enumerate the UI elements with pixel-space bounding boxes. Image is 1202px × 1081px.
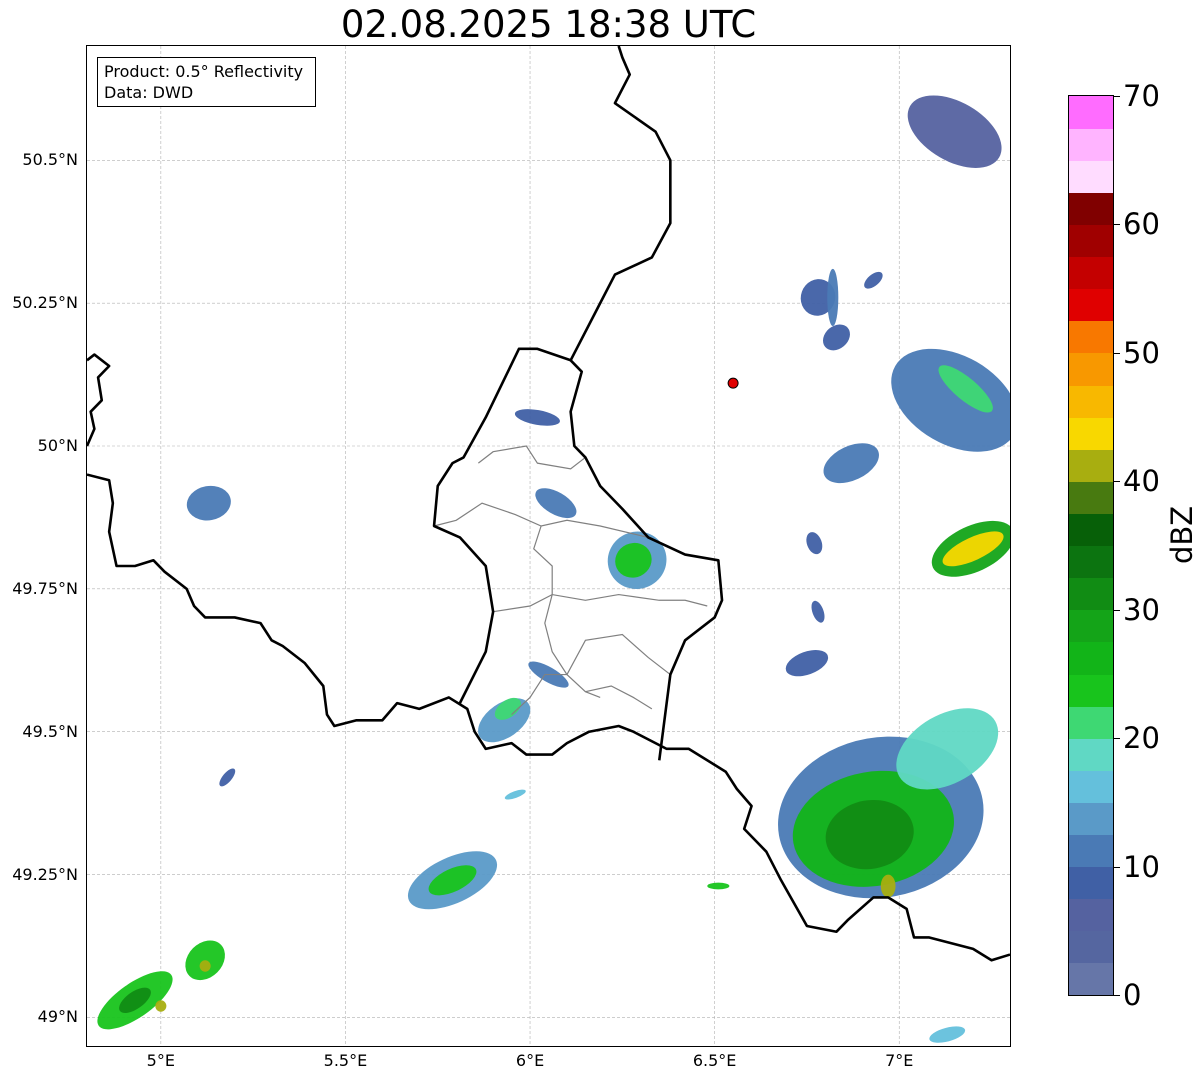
radar-echo — [880, 874, 896, 898]
colorbar-segment — [1069, 866, 1113, 900]
longitude-label: 5°E — [146, 1051, 175, 1070]
colorbar-segment — [1069, 417, 1113, 450]
colorbar-tick-label: 30 — [1123, 592, 1160, 627]
colorbar-segment — [1069, 962, 1113, 995]
colorbar-segment — [1069, 449, 1113, 482]
colorbar-segment — [1069, 128, 1113, 161]
national-border — [87, 353, 111, 447]
product-info-box: Product: 0.5° Reflectivity Data: DWD — [97, 57, 316, 107]
radar-map-canvas — [87, 46, 1010, 1046]
colorbar-tick-label: 50 — [1123, 335, 1160, 370]
national-border — [432, 347, 724, 761]
radar-echo — [823, 443, 879, 484]
latitude-label: 49°N — [37, 1007, 78, 1027]
colorbar-segment — [1069, 288, 1113, 322]
colorbar-segment — [1069, 481, 1113, 514]
radar-echo — [185, 940, 225, 981]
national-border — [569, 46, 672, 361]
radar-site-layer — [727, 377, 739, 389]
radar-echo — [907, 95, 1002, 168]
longitude-label: 6°E — [515, 1051, 545, 1070]
radar-echo — [504, 789, 526, 800]
colorbar-segment — [1069, 770, 1113, 803]
colorbar-tick-label: 0 — [1123, 978, 1142, 1012]
radar-echo — [535, 488, 577, 519]
radar-echo — [785, 649, 829, 677]
colorbar-tick-label: 60 — [1123, 207, 1160, 242]
longitude-label: 6.5°E — [692, 1051, 737, 1070]
colorbar-unit-label: dBZ — [1165, 505, 1199, 564]
radar-site-marker — [727, 377, 739, 389]
district-boundary — [493, 593, 708, 613]
colorbar-segment — [1069, 577, 1113, 611]
latitude-label: 50°N — [37, 436, 78, 455]
radar-echo — [199, 960, 211, 972]
colorbar-segment — [1069, 96, 1113, 129]
radar-echo — [864, 271, 883, 289]
radar-echo — [219, 768, 236, 787]
colorbar-tick — [1114, 738, 1120, 740]
colorbar-tick-label: 40 — [1123, 464, 1160, 499]
district-boundary — [477, 445, 586, 470]
colorbar-tick — [1114, 352, 1120, 354]
colorbar-tick — [1114, 609, 1120, 611]
longitude-label: 7°E — [885, 1051, 914, 1070]
district-boundary — [566, 633, 671, 676]
radar-echo — [514, 409, 560, 426]
colorbar-tick — [1114, 96, 1120, 97]
colorbar-segment — [1069, 160, 1113, 193]
radar-echo — [929, 1026, 966, 1043]
radar-map[interactable] — [86, 45, 1011, 1047]
radar-echo — [811, 600, 825, 623]
radar-echo — [186, 485, 231, 521]
data-source-label: Data: DWD — [104, 83, 194, 102]
radar-echo — [707, 882, 730, 890]
latitude-label: 50.5°N — [22, 150, 78, 170]
map-title: 02.08.2025 18:38 UTC — [340, 3, 757, 46]
product-label: Product: 0.5° Reflectivity — [104, 62, 304, 81]
district-boundary — [585, 685, 653, 710]
colorbar-segment — [1069, 320, 1113, 354]
colorbar — [1068, 95, 1114, 996]
colorbar-segment — [1069, 256, 1113, 290]
colorbar-tick — [1114, 224, 1120, 226]
colorbar-segment — [1069, 930, 1113, 964]
district-boundary — [433, 502, 649, 539]
radar-echo — [827, 268, 839, 326]
latitude-label: 49.75°N — [12, 578, 78, 598]
latitude-label: 49.25°N — [12, 864, 78, 884]
colorbar-tick-label: 10 — [1123, 849, 1160, 884]
colorbar-segment — [1069, 513, 1113, 547]
colorbar-segment — [1069, 384, 1113, 418]
colorbar-tick — [1114, 995, 1120, 996]
latitude-label: 49.5°N — [22, 721, 78, 741]
colorbar-segment — [1069, 802, 1113, 836]
colorbar-tick-label: 70 — [1123, 79, 1160, 113]
colorbar-segment — [1069, 673, 1113, 707]
radar-echo — [806, 532, 823, 555]
colorbar-segment — [1069, 706, 1113, 739]
colorbar-segment — [1069, 738, 1113, 771]
colorbar-segment — [1069, 609, 1113, 643]
colorbar-segment — [1069, 224, 1113, 258]
colorbar-segment — [1069, 898, 1113, 932]
radar-echo — [155, 1000, 167, 1012]
colorbar-segment — [1069, 192, 1113, 226]
colorbar-tick — [1114, 481, 1120, 483]
colorbar-segment — [1069, 641, 1113, 675]
colorbar-segment — [1069, 352, 1113, 386]
colorbar-segment — [1069, 545, 1113, 579]
colorbar-tick-label: 20 — [1123, 721, 1160, 756]
colorbar-tick — [1114, 866, 1120, 868]
radar-echo — [822, 324, 850, 351]
latitude-label: 50.25°N — [12, 293, 78, 313]
colorbar-segment — [1069, 834, 1113, 868]
longitude-label: 5.5°E — [323, 1051, 368, 1070]
